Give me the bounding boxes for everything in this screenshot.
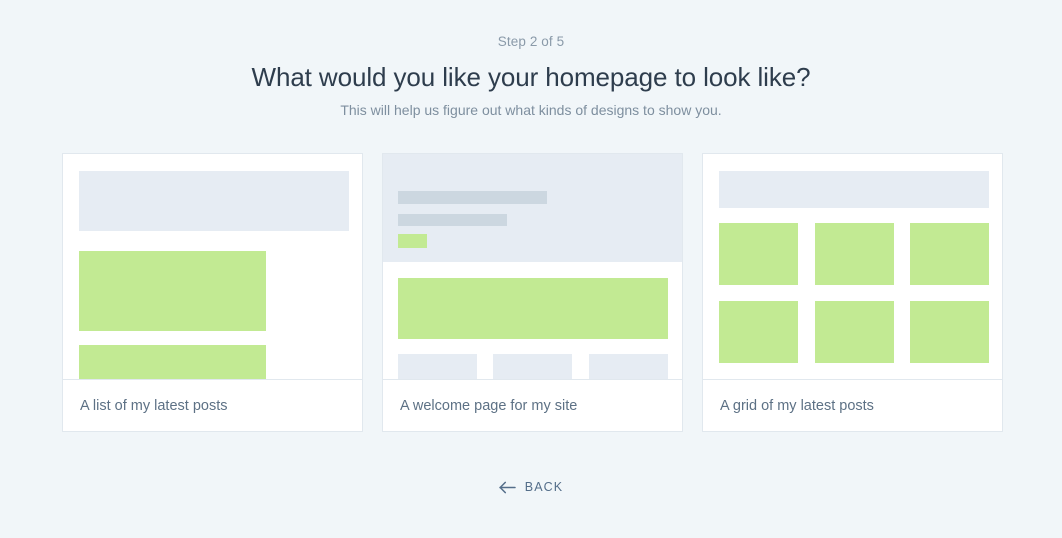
option-label: A grid of my latest posts: [720, 397, 874, 414]
preview-header-bar: [719, 171, 989, 208]
back-button-label: BACK: [524, 480, 564, 494]
preview-grid-tile-3: [910, 223, 989, 285]
preview-hero-section: [383, 154, 682, 262]
preview-grid-tile-1: [719, 223, 798, 285]
preview-grid-tile-4: [719, 301, 798, 363]
preview-column-3: [589, 354, 668, 379]
homepage-option-cards: A list of my latest posts A welcome page…: [62, 153, 1003, 432]
preview-feature-block: [398, 278, 668, 339]
preview-column-2: [493, 354, 572, 379]
step-indicator: Step 2 of 5: [497, 34, 565, 49]
preview-post-block-2: [79, 345, 266, 379]
option-card-footer: A grid of my latest posts: [703, 379, 1002, 431]
preview-header-bar: [79, 171, 349, 231]
option-card-footer: A welcome page for my site: [383, 379, 682, 431]
preview-hero-button: [398, 234, 427, 248]
preview-welcome-layout: [383, 154, 682, 379]
option-card-grid-of-latest-posts[interactable]: A grid of my latest posts: [702, 153, 1003, 432]
onboarding-homepage-step: Step 2 of 5 What would you like your hom…: [0, 0, 1062, 538]
footer-actions: BACK: [0, 476, 1062, 498]
preview-list-layout: [63, 154, 362, 379]
preview-hero-subheading: [398, 214, 507, 226]
preview-post-block-1: [79, 251, 266, 331]
back-button[interactable]: BACK: [493, 476, 569, 498]
option-card-list-of-latest-posts[interactable]: A list of my latest posts: [62, 153, 363, 432]
preview-column-1: [398, 354, 477, 379]
preview-grid-tile-2: [815, 223, 894, 285]
option-card-footer: A list of my latest posts: [63, 379, 362, 431]
option-label: A welcome page for my site: [400, 397, 578, 414]
preview-hero-heading: [398, 191, 547, 204]
option-card-welcome-page[interactable]: A welcome page for my site: [382, 153, 683, 432]
page-title: What would you like your homepage to loo…: [251, 62, 811, 92]
preview-grid-tile-5: [815, 301, 894, 363]
preview-grid-tile-6: [910, 301, 989, 363]
arrow-left-icon: [499, 481, 516, 494]
option-label: A list of my latest posts: [80, 397, 228, 414]
preview-grid-layout: [703, 154, 1002, 379]
page-subtitle: This will help us figure out what kinds …: [340, 102, 722, 118]
